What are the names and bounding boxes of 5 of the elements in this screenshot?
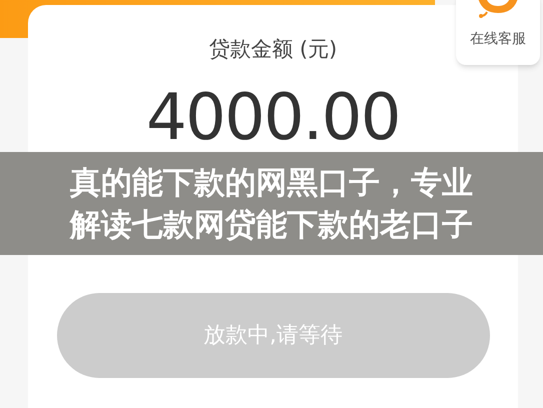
banner-title-line: 真的能下款的网黑口子，专业 xyxy=(70,164,473,202)
amount-label: 贷款金额 (元) xyxy=(208,39,338,60)
banner-title-line: 解读七款网贷能下款的老口子 xyxy=(70,206,473,244)
customer-service-label[interactable]: 在线客服 xyxy=(470,32,526,46)
loan-amount: 4000.00 xyxy=(146,86,400,150)
